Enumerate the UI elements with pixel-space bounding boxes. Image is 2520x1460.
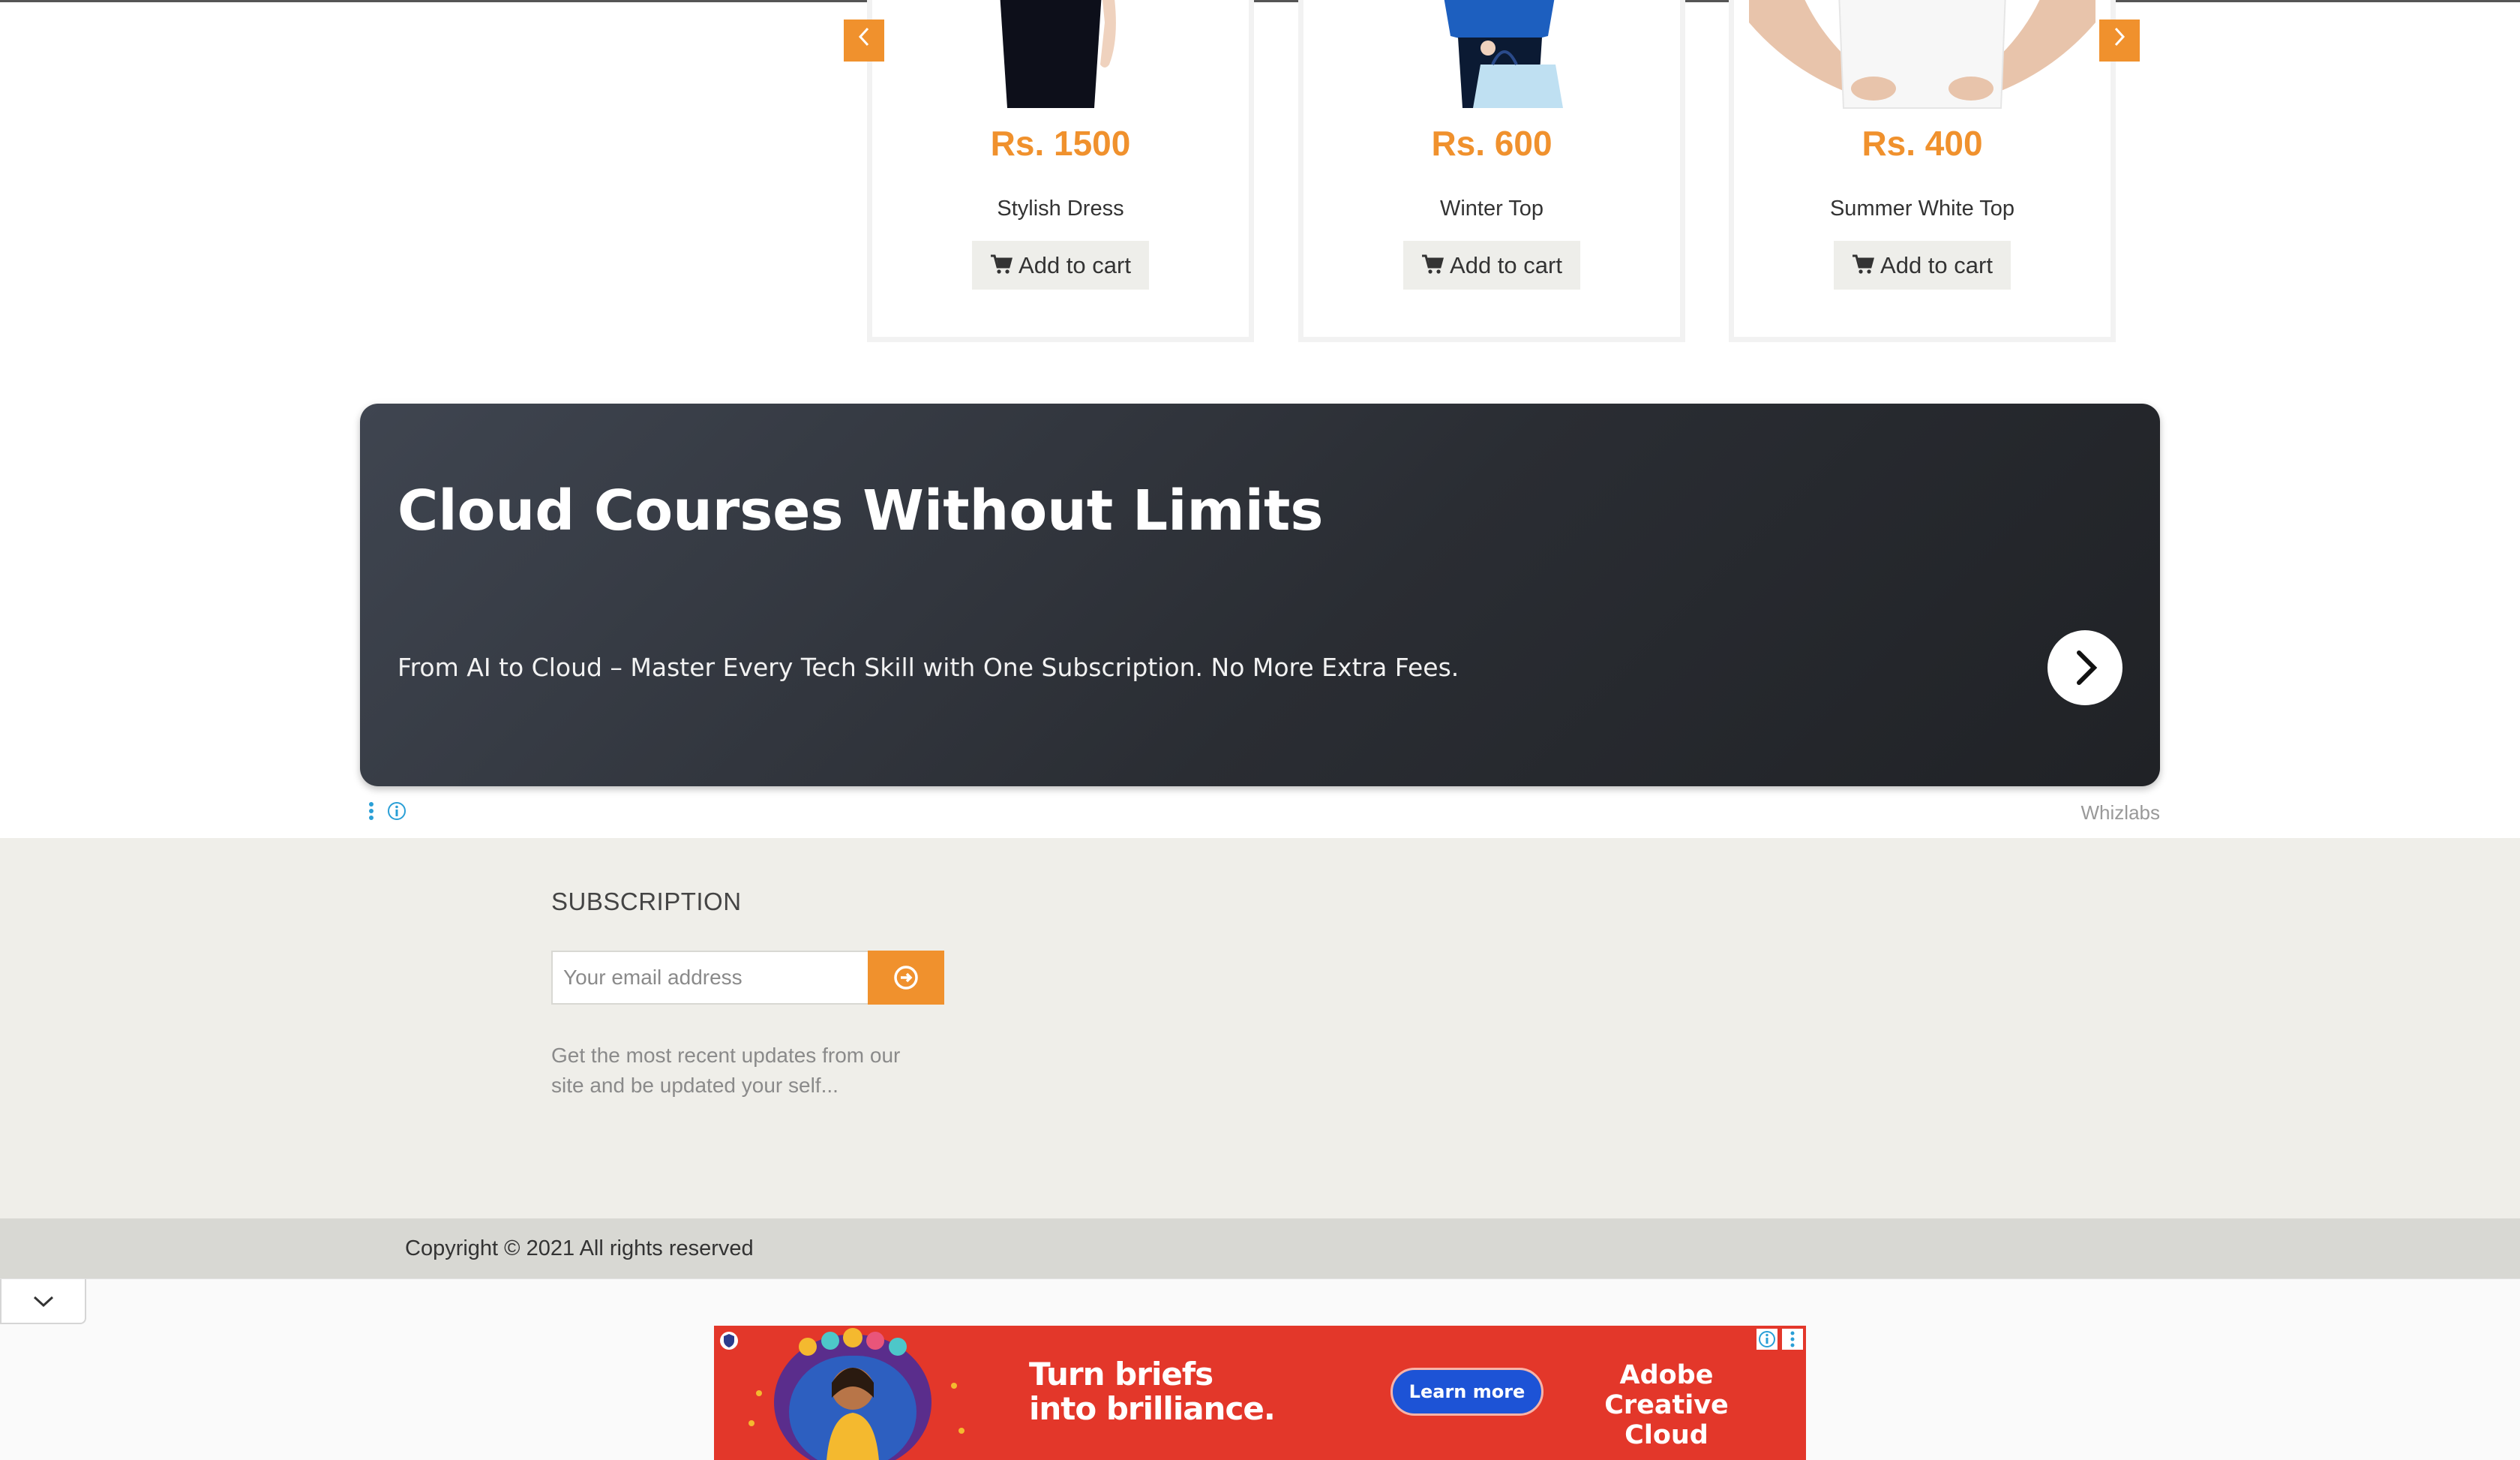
chevron-left-icon <box>856 27 872 53</box>
copyright-text: Copyright © 2021 All rights reserved <box>405 1236 754 1260</box>
ad-info-icon[interactable] <box>387 801 406 821</box>
ad-illustration <box>729 1326 976 1460</box>
ad-brand: Adobe Creative Cloud <box>1576 1360 1756 1450</box>
footer: SUBSCRIPTION Get the most recent updates… <box>0 838 2520 1218</box>
shield-icon <box>718 1330 740 1351</box>
ad-options-icon[interactable] <box>366 800 376 822</box>
learn-more-button[interactable]: Learn more <box>1390 1368 1544 1416</box>
add-to-cart-label: Add to cart <box>1018 252 1131 278</box>
product-image[interactable] <box>1304 0 1680 116</box>
ad-options-icon[interactable] <box>1782 1329 1803 1350</box>
product-name[interactable]: Winter Top <box>1304 197 1680 221</box>
ad-headline-line: Turn briefs <box>1029 1356 1214 1392</box>
ad-meta-row: Whizlabs <box>360 797 2160 827</box>
ad-info-icon[interactable] <box>1756 1329 1778 1350</box>
add-to-cart-button[interactable]: Add to cart <box>1834 241 2011 290</box>
add-to-cart-label: Add to cart <box>1880 252 1993 278</box>
sticky-ad-area: Turn briefs into brilliance. Learn more … <box>0 1278 2520 1460</box>
sticky-ad[interactable]: Turn briefs into brilliance. Learn more … <box>714 1326 1806 1460</box>
product-price: Rs. 600 <box>1431 124 1552 163</box>
product-image[interactable] <box>872 0 1249 116</box>
email-input[interactable] <box>551 951 869 1005</box>
subscription-title: SUBSCRIPTION <box>551 888 742 915</box>
chevron-right-icon <box>2112 27 2127 53</box>
add-to-cart-label: Add to cart <box>1450 252 1562 278</box>
ad-description[interactable]: From AI to Cloud – Master Every Tech Ski… <box>398 653 1459 682</box>
product-card[interactable]: Rs. 1500 Stylish Dress Add to cart <box>867 0 1254 342</box>
ad-next-button[interactable] <box>2048 630 2122 705</box>
carousel-next-button[interactable] <box>2099 20 2140 62</box>
product-price: Rs. 1500 <box>990 124 1131 163</box>
product-card[interactable]: Rs. 600 Winter Top Add to cart <box>1298 0 1685 342</box>
ad-banner[interactable]: Cloud Courses Without Limits From AI to … <box>360 404 2160 786</box>
ad-headline: Turn briefs into brilliance. <box>1029 1356 1276 1427</box>
subscribe-button[interactable] <box>868 951 944 1005</box>
product-card[interactable]: Rs. 400 Summer White Top Add to cart <box>1729 0 2116 342</box>
product-price: Rs. 400 <box>1862 124 1983 163</box>
cart-icon <box>990 242 1013 291</box>
ad-sponsor[interactable]: Whizlabs <box>2081 801 2160 825</box>
cart-icon <box>1852 242 1875 291</box>
cart-icon <box>1421 242 1444 291</box>
add-to-cart-button[interactable]: Add to cart <box>1403 241 1580 290</box>
product-image[interactable] <box>1734 0 2110 116</box>
collapse-ad-button[interactable] <box>0 1279 86 1324</box>
add-to-cart-button[interactable]: Add to cart <box>972 241 1149 290</box>
ad-headline-line: into brilliance. <box>1029 1390 1276 1427</box>
carousel-prev-button[interactable] <box>844 20 884 62</box>
subscription-form <box>551 951 944 1005</box>
ad-brand-line: Adobe <box>1619 1360 1714 1390</box>
product-name[interactable]: Summer White Top <box>1734 197 2110 221</box>
copyright-bar: Copyright © 2021 All rights reserved <box>0 1218 2520 1278</box>
ad-title[interactable]: Cloud Courses Without Limits <box>398 479 1323 543</box>
product-name[interactable]: Stylish Dress <box>872 197 1249 221</box>
product-carousel: Rs. 1500 Stylish Dress Add to cart Rs. 6… <box>844 0 2140 353</box>
ad-brand-line: Creative Cloud <box>1604 1390 1729 1450</box>
subscription-description: Get the most recent updates from our sit… <box>551 1044 901 1097</box>
